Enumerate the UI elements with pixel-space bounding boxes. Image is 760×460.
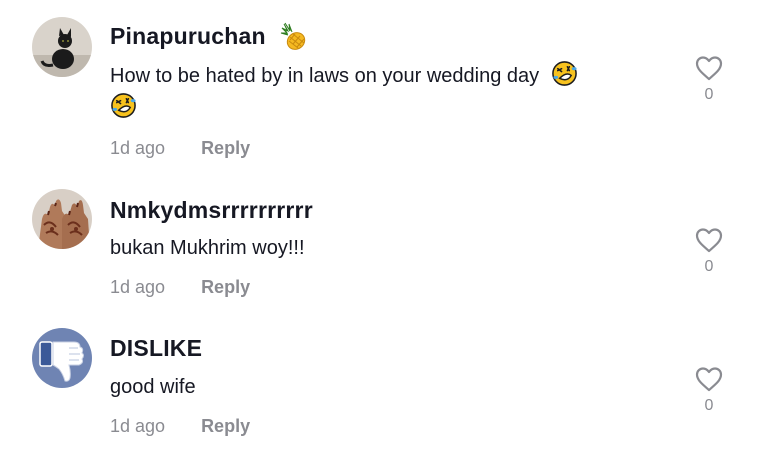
comment-text: bukan Mukhrim woy!!! xyxy=(110,232,670,264)
pineapple-icon xyxy=(276,20,308,52)
timestamp: 1d ago xyxy=(110,277,166,297)
timestamp: 1d ago xyxy=(110,138,166,158)
comment-item: DISLIKE good wife 1d ago Reply 0 xyxy=(0,310,760,460)
like-count: 0 xyxy=(704,86,714,103)
comment-item: Nmkydmsrrrrrrrrrr bukan Mukhrim woy!!! 1… xyxy=(0,170,760,310)
username[interactable]: Nmkydmsrrrrrrrrrr xyxy=(110,194,313,226)
black-cat-avatar-icon xyxy=(32,17,92,77)
comment-meta: 1d ago Reply xyxy=(110,416,250,437)
like-button[interactable]: 0 xyxy=(692,54,726,104)
reply-button[interactable]: Reply xyxy=(201,416,250,437)
timestamp: 1d ago xyxy=(110,416,166,436)
comment-meta: 1d ago Reply xyxy=(110,277,250,298)
reply-button[interactable]: Reply xyxy=(201,138,250,159)
username[interactable]: DISLIKE xyxy=(110,332,202,364)
like-count: 0 xyxy=(704,397,714,414)
like-button[interactable]: 0 xyxy=(692,365,726,415)
heart-icon xyxy=(695,367,723,392)
rolling-on-floor-laughing-emoji-icon xyxy=(551,60,578,87)
comment-text: How to be hated by in laws on your weddi… xyxy=(110,60,670,124)
like-count: 0 xyxy=(704,258,714,275)
avatar[interactable] xyxy=(32,328,92,388)
avatar[interactable] xyxy=(32,189,92,249)
reply-button[interactable]: Reply xyxy=(201,277,250,298)
username[interactable]: Pinapuruchan xyxy=(110,18,308,54)
username-text: Nmkydmsrrrrrrrrrr xyxy=(110,196,313,223)
comment-list: Pinapuruchan How to be hated by in laws … xyxy=(0,0,760,460)
comment-text-content: How to be hated by in laws on your weddi… xyxy=(110,65,540,87)
comment-item: Pinapuruchan How to be hated by in laws … xyxy=(0,0,760,170)
username-text: DISLIKE xyxy=(110,334,203,361)
comment-text: good wife xyxy=(110,371,670,403)
rolling-on-floor-laughing-emoji-icon xyxy=(110,92,137,119)
comment-meta: 1d ago Reply xyxy=(110,138,250,159)
henna-hands-avatar-icon xyxy=(32,189,92,249)
comment-text-content: good wife xyxy=(110,376,196,398)
avatar[interactable] xyxy=(32,17,92,77)
heart-icon xyxy=(695,56,723,81)
heart-icon xyxy=(695,228,723,253)
thumbs-down-avatar-icon xyxy=(32,328,92,388)
like-button[interactable]: 0 xyxy=(692,226,726,276)
comment-text-content: bukan Mukhrim woy!!! xyxy=(110,237,305,259)
username-text: Pinapuruchan xyxy=(110,22,266,49)
